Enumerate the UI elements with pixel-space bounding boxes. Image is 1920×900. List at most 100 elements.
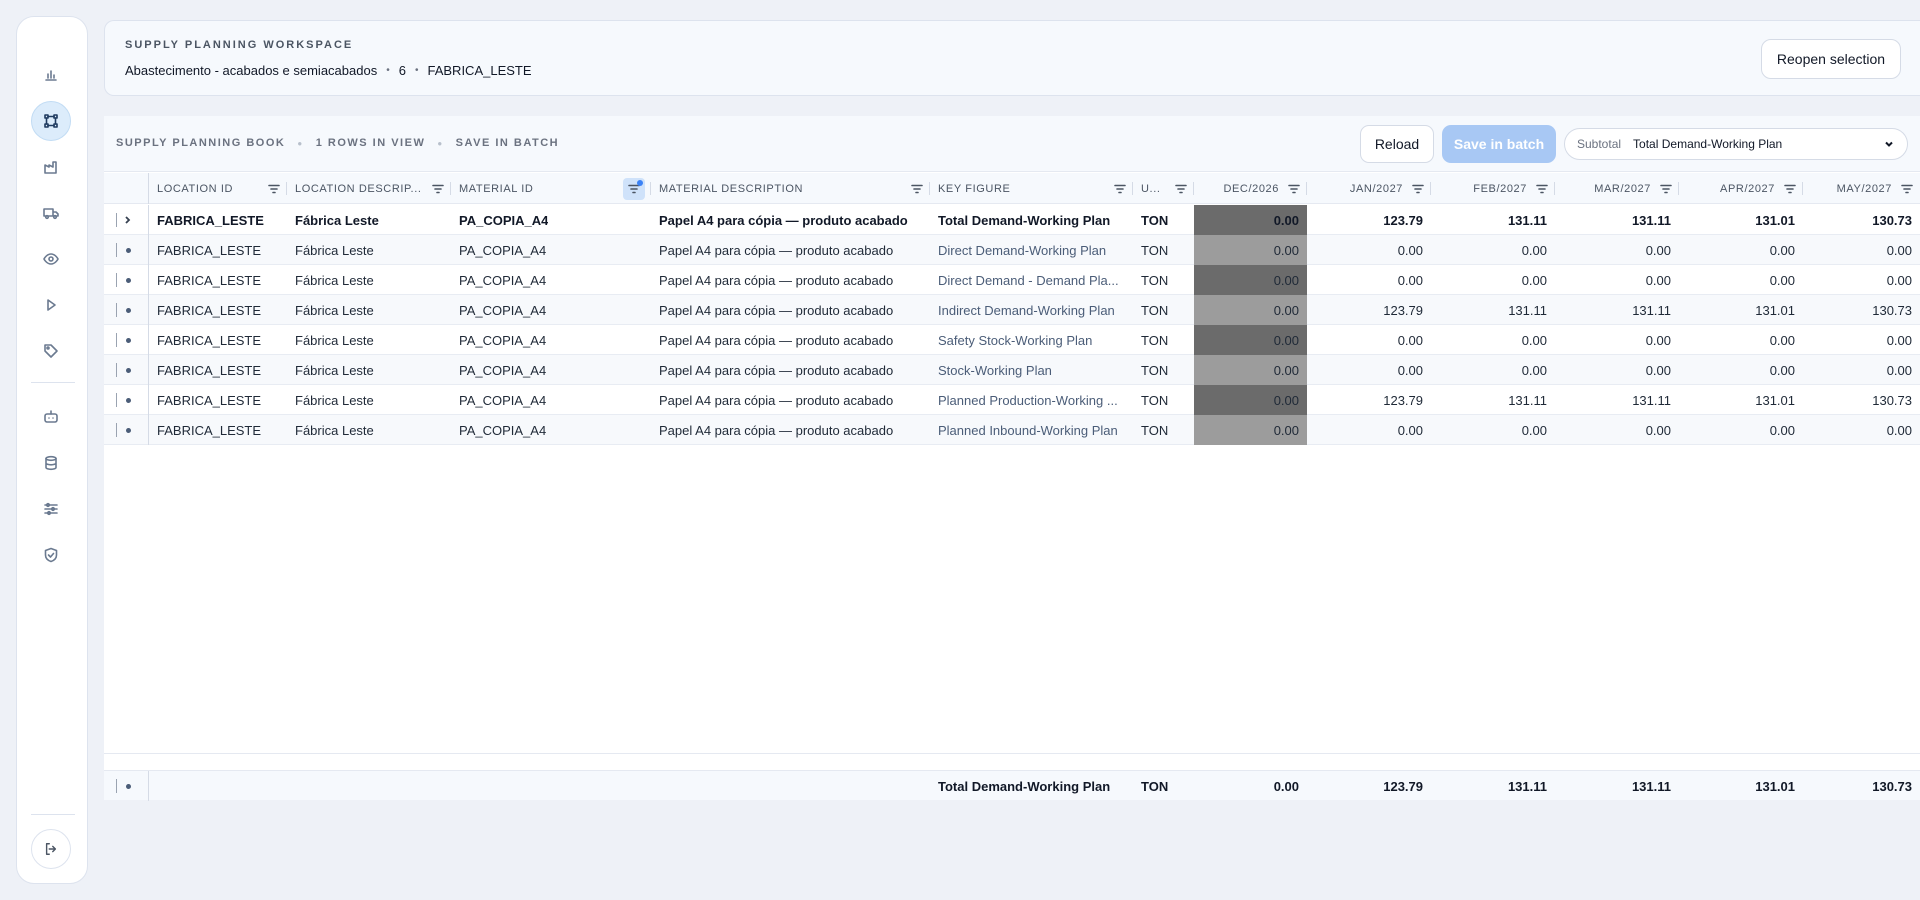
cell-feb2027[interactable]: 0.00: [1431, 325, 1555, 355]
cell-apr2027[interactable]: 0.00: [1679, 265, 1803, 295]
sidebar-item-run[interactable]: [31, 285, 71, 325]
cell-may2027[interactable]: 0.00: [1803, 265, 1920, 295]
table-row[interactable]: FABRICA_LESTE Fábrica Leste PA_COPIA_A4 Pap…: [104, 385, 1920, 415]
cell-mar2027[interactable]: 0.00: [1555, 235, 1679, 265]
column-header-location-desc[interactable]: LOCATION DESCRIP...: [287, 173, 451, 204]
column-header-material-desc[interactable]: MATERIAL DESCRIPTION: [651, 173, 930, 204]
cell-dec2026[interactable]: 0.00: [1194, 385, 1307, 415]
filter-icon[interactable]: [1783, 182, 1797, 196]
column-header-material-id[interactable]: MATERIAL ID: [451, 173, 651, 204]
column-header-feb2027[interactable]: FEB/2027: [1431, 173, 1555, 204]
cell-mar2027[interactable]: 0.00: [1555, 325, 1679, 355]
cell-dec2026[interactable]: 0.00: [1194, 205, 1307, 235]
cell-mar2027[interactable]: 131.11: [1555, 295, 1679, 325]
filter-icon[interactable]: [623, 177, 645, 200]
cell-apr2027[interactable]: 0.00: [1679, 355, 1803, 385]
filter-icon[interactable]: [431, 182, 445, 196]
sidebar-item-security[interactable]: [31, 535, 71, 575]
table-row[interactable]: FABRICA_LESTE Fábrica Leste PA_COPIA_A4 Pap…: [104, 295, 1920, 325]
column-header-uom[interactable]: U...: [1133, 173, 1194, 204]
cell-jan2027[interactable]: 0.00: [1307, 355, 1431, 385]
filter-icon[interactable]: [1113, 182, 1127, 196]
cell-jan2027[interactable]: 123.79: [1307, 205, 1431, 235]
filter-icon[interactable]: [1535, 182, 1549, 196]
sidebar-item-logistics[interactable]: [31, 193, 71, 233]
cell-dec2026[interactable]: 0.00: [1194, 265, 1307, 295]
table-row[interactable]: FABRICA_LESTE Fábrica Leste PA_COPIA_A4 Pap…: [104, 235, 1920, 265]
cell-dec2026[interactable]: 0.00: [1194, 355, 1307, 385]
cell-feb2027[interactable]: 131.11: [1431, 295, 1555, 325]
sidebar-item-tags[interactable]: [31, 331, 71, 371]
row-handle[interactable]: [104, 295, 149, 325]
column-header-apr2027[interactable]: APR/2027: [1679, 173, 1803, 204]
filter-icon[interactable]: [910, 182, 924, 196]
cell-may2027[interactable]: 0.00: [1803, 355, 1920, 385]
filter-icon[interactable]: [1659, 182, 1673, 196]
filter-icon[interactable]: [1174, 182, 1188, 196]
cell-apr2027[interactable]: 131.01: [1679, 295, 1803, 325]
column-header-jan2027[interactable]: JAN/2027: [1307, 173, 1431, 204]
expand-row-button[interactable]: [104, 205, 149, 235]
sidebar-item-factory[interactable]: [31, 147, 71, 187]
cell-may2027[interactable]: 0.00: [1803, 415, 1920, 445]
subtotal-select[interactable]: Subtotal Total Demand-Working Plan: [1564, 128, 1908, 160]
table-row[interactable]: FABRICA_LESTE Fábrica Leste PA_COPIA_A4 Pap…: [104, 355, 1920, 385]
sidebar-item-assistant[interactable]: [31, 397, 71, 437]
cell-apr2027[interactable]: 131.01: [1679, 385, 1803, 415]
cell-feb2027[interactable]: 0.00: [1431, 415, 1555, 445]
column-header-dec2026[interactable]: DEC/2026: [1194, 173, 1307, 204]
table-row[interactable]: FABRICA_LESTE Fábrica Leste PA_COPIA_A4 Pap…: [104, 415, 1920, 445]
cell-feb2027[interactable]: 0.00: [1431, 265, 1555, 295]
cell-may2027[interactable]: 130.73: [1803, 385, 1920, 415]
cell-mar2027[interactable]: 0.00: [1555, 415, 1679, 445]
cell-feb2027[interactable]: 0.00: [1431, 235, 1555, 265]
save-in-batch-button[interactable]: Save in batch: [1442, 125, 1556, 163]
row-handle[interactable]: [104, 385, 149, 415]
reopen-selection-button[interactable]: Reopen selection: [1761, 39, 1901, 79]
cell-dec2026[interactable]: 0.00: [1194, 325, 1307, 355]
cell-jan2027[interactable]: 0.00: [1307, 325, 1431, 355]
cell-feb2027[interactable]: 0.00: [1431, 355, 1555, 385]
cell-jan2027[interactable]: 123.79: [1307, 295, 1431, 325]
cell-apr2027[interactable]: 131.01: [1679, 205, 1803, 235]
cell-apr2027[interactable]: 0.00: [1679, 325, 1803, 355]
sidebar-item-data[interactable]: [31, 443, 71, 483]
row-handle[interactable]: [104, 265, 149, 295]
filter-icon[interactable]: [1900, 182, 1914, 196]
logout-button[interactable]: [31, 829, 71, 869]
row-handle[interactable]: [104, 325, 149, 355]
column-header-key-figure[interactable]: KEY FIGURE: [930, 173, 1133, 204]
cell-mar2027[interactable]: 0.00: [1555, 355, 1679, 385]
cell-may2027[interactable]: 130.73: [1803, 205, 1920, 235]
row-handle[interactable]: [104, 355, 149, 385]
table-row[interactable]: FABRICA_LESTE Fábrica Leste PA_COPIA_A4 Pap…: [104, 325, 1920, 355]
filter-icon[interactable]: [267, 182, 281, 196]
cell-may2027[interactable]: 0.00: [1803, 325, 1920, 355]
cell-may2027[interactable]: 0.00: [1803, 235, 1920, 265]
filter-icon[interactable]: [1411, 182, 1425, 196]
cell-feb2027[interactable]: 131.11: [1431, 205, 1555, 235]
column-header-mar2027[interactable]: MAR/2027: [1555, 173, 1679, 204]
row-handle[interactable]: [104, 235, 149, 265]
cell-apr2027[interactable]: 0.00: [1679, 235, 1803, 265]
table-row[interactable]: FABRICA_LESTE Fábrica Leste PA_COPIA_A4 Pap…: [104, 265, 1920, 295]
cell-jan2027[interactable]: 0.00: [1307, 415, 1431, 445]
sidebar-item-analytics[interactable]: [31, 55, 71, 95]
table-row[interactable]: FABRICA_LESTE Fábrica Leste PA_COPIA_A4 Pap…: [104, 205, 1920, 235]
cell-apr2027[interactable]: 0.00: [1679, 415, 1803, 445]
sidebar-item-settings[interactable]: [31, 489, 71, 529]
filter-icon[interactable]: [1287, 182, 1301, 196]
cell-dec2026[interactable]: 0.00: [1194, 415, 1307, 445]
column-header-may2027[interactable]: MAY/2027: [1803, 173, 1920, 204]
cell-jan2027[interactable]: 0.00: [1307, 235, 1431, 265]
cell-dec2026[interactable]: 0.00: [1194, 295, 1307, 325]
cell-jan2027[interactable]: 0.00: [1307, 265, 1431, 295]
cell-jan2027[interactable]: 123.79: [1307, 385, 1431, 415]
column-header-location-id[interactable]: LOCATION ID: [149, 173, 287, 204]
sidebar-item-workflow[interactable]: [31, 101, 71, 141]
cell-mar2027[interactable]: 0.00: [1555, 265, 1679, 295]
cell-may2027[interactable]: 130.73: [1803, 295, 1920, 325]
row-handle[interactable]: [104, 415, 149, 445]
cell-mar2027[interactable]: 131.11: [1555, 385, 1679, 415]
cell-dec2026[interactable]: 0.00: [1194, 235, 1307, 265]
